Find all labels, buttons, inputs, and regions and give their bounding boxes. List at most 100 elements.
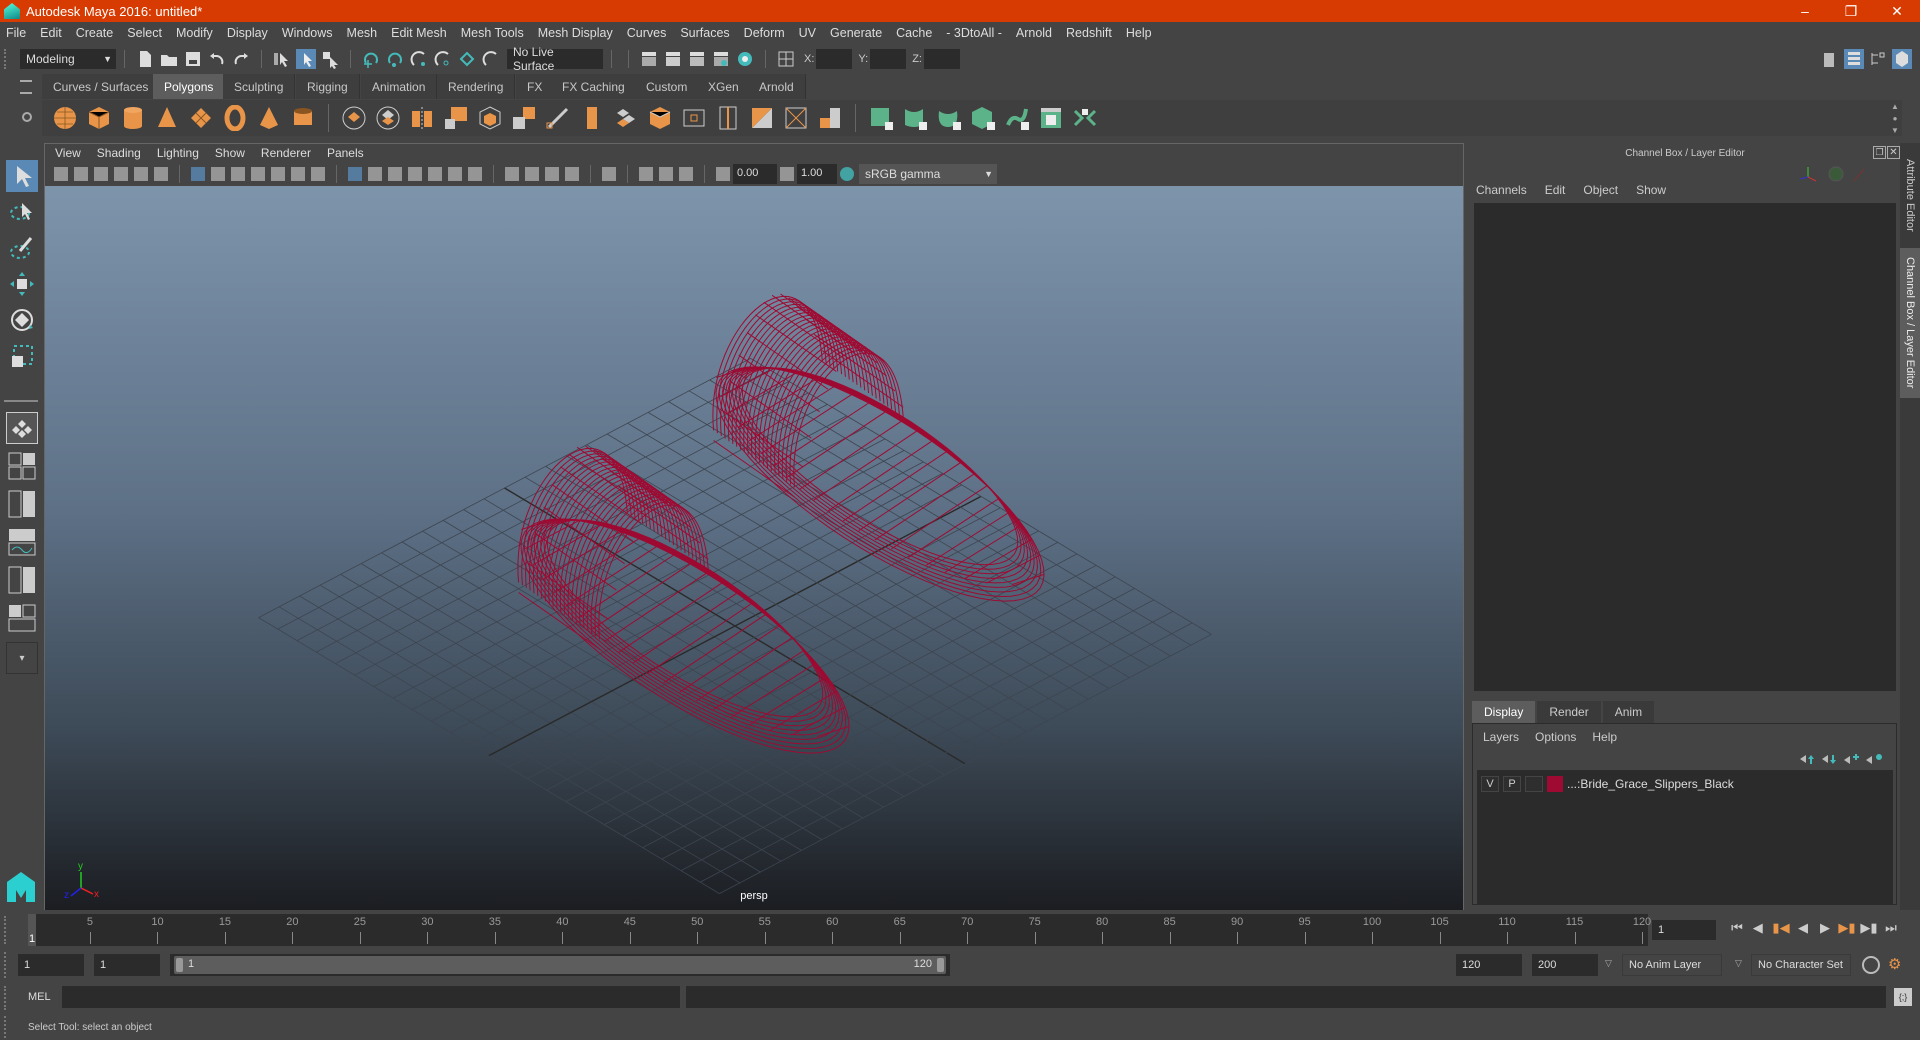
tab-render[interactable]: Render [1537, 701, 1601, 723]
end-time-field[interactable]: 200 [1532, 954, 1598, 976]
viewport-menu-shading[interactable]: Shading [97, 146, 141, 160]
minimize-button[interactable]: – [1782, 0, 1828, 22]
drag-handle[interactable] [4, 1016, 16, 1038]
use-default-material-icon[interactable] [428, 167, 442, 181]
live-surface-field[interactable]: No Live Surface [507, 45, 603, 73]
poly-pipe-icon[interactable] [290, 105, 316, 131]
viewport-menu-lighting[interactable]: Lighting [157, 146, 199, 160]
film-gate-icon[interactable] [211, 167, 225, 181]
persp-outliner-layout[interactable] [6, 488, 38, 520]
current-frame-field[interactable]: 1 [1652, 920, 1716, 940]
animation-preferences-icon[interactable]: ⚙ [1888, 955, 1901, 973]
viewport-menu-show[interactable]: Show [215, 146, 245, 160]
arrow-down-icon[interactable]: ▼ [1891, 126, 1899, 135]
menu-file[interactable]: File [6, 26, 26, 40]
menu-surfaces[interactable]: Surfaces [680, 26, 729, 40]
2d-pan-zoom-icon[interactable] [134, 167, 148, 181]
render-settings-icon[interactable] [711, 49, 731, 69]
smooth-shade-icon[interactable] [368, 167, 382, 181]
paint-select-tool[interactable] [6, 232, 38, 264]
fill-hole-icon[interactable] [511, 105, 537, 131]
lasso-tool[interactable] [6, 196, 38, 228]
xray-icon[interactable] [408, 167, 422, 181]
start-time-field[interactable]: 1 [18, 954, 84, 976]
select-tool[interactable] [6, 160, 38, 192]
menu-windows[interactable]: Windows [282, 26, 333, 40]
snap-curve-icon[interactable] [385, 49, 405, 69]
cylindrical-map-icon[interactable] [902, 105, 928, 131]
mode-selector[interactable]: Modeling ▼ [20, 49, 116, 69]
move-layer-down-icon[interactable] [1820, 752, 1842, 766]
drag-handle[interactable] [4, 986, 16, 1010]
field-chart-icon[interactable] [271, 167, 285, 181]
grid-icon[interactable] [191, 167, 205, 181]
channel-box-area[interactable] [1474, 203, 1896, 691]
undo-icon[interactable] [207, 49, 227, 69]
layer-playback-toggle[interactable]: P [1503, 776, 1521, 792]
shelf-menu-icon[interactable] [20, 80, 32, 94]
viewport-menu-panels[interactable]: Panels [327, 146, 364, 160]
planar-map-icon[interactable] [868, 105, 894, 131]
tab-fx[interactable]: FX [516, 74, 555, 99]
tab-polygons[interactable]: Polygons [153, 74, 226, 99]
redo-icon[interactable] [231, 49, 251, 69]
color-management-toggle-icon[interactable] [840, 167, 854, 181]
resolution-gate-icon[interactable] [231, 167, 245, 181]
select-by-hierarchy-icon[interactable] [272, 49, 292, 69]
menu-select[interactable]: Select [127, 26, 162, 40]
quadrangulate-icon[interactable] [817, 105, 843, 131]
menu-curves[interactable]: Curves [627, 26, 667, 40]
cb-menu-edit[interactable]: Edit [1545, 183, 1566, 197]
command-input[interactable] [62, 986, 680, 1008]
ipr-render-icon[interactable] [687, 49, 707, 69]
triangulate-icon[interactable] [783, 105, 809, 131]
tab-arnold[interactable]: Arnold [748, 74, 806, 99]
move-layer-up-icon[interactable] [1798, 752, 1820, 766]
menu-deform[interactable]: Deform [744, 26, 785, 40]
bookmark-icon[interactable] [94, 167, 108, 181]
range-end-grip[interactable] [937, 958, 944, 972]
poly-pyramid-icon[interactable] [256, 105, 282, 131]
combine-icon[interactable] [341, 105, 367, 131]
anim-layer-chevron-icon[interactable]: ▽ [1605, 958, 1612, 969]
camera-select-icon[interactable] [54, 167, 68, 181]
poly-torus-icon[interactable] [222, 104, 248, 132]
x-field[interactable] [816, 49, 853, 69]
select-by-object-icon[interactable] [296, 49, 316, 69]
script-editor-icon[interactable]: {;} [1894, 988, 1912, 1006]
layout-uv-icon[interactable] [1072, 105, 1098, 131]
play-forwards-icon[interactable]: ▶ [1817, 920, 1833, 936]
modeling-toolkit-icon[interactable] [1820, 49, 1840, 69]
z-field[interactable] [923, 49, 960, 69]
anim-layer-field[interactable]: No Anim Layer [1622, 954, 1722, 976]
step-back-frame-icon[interactable]: ◀ [1751, 920, 1767, 936]
menu-display[interactable]: Display [227, 26, 268, 40]
render-current-frame-icon[interactable] [639, 49, 659, 69]
extrude-icon[interactable] [647, 105, 673, 131]
menu-mesh-display[interactable]: Mesh Display [538, 26, 613, 40]
viewport-menu-view[interactable]: View [55, 146, 81, 160]
poly-sphere-icon[interactable] [52, 105, 78, 131]
grease-pencil-icon[interactable] [154, 167, 168, 181]
tab-rigging[interactable]: Rigging [296, 74, 360, 99]
render-sequence-icon[interactable] [663, 49, 683, 69]
safe-action-icon[interactable] [291, 167, 305, 181]
anti-aliasing-icon[interactable] [545, 167, 559, 181]
menu-cache[interactable]: Cache [896, 26, 932, 40]
menu-mesh-tools[interactable]: Mesh Tools [461, 26, 524, 40]
tab-animation[interactable]: Animation [361, 74, 438, 99]
gamma-icon[interactable] [780, 167, 794, 181]
automatic-map-icon[interactable] [970, 105, 996, 131]
tab-curves-surfaces[interactable]: Curves / Surfaces [42, 74, 161, 99]
append-polygon-icon[interactable] [579, 105, 605, 131]
backface-culling-icon[interactable] [679, 167, 693, 181]
go-to-end-icon[interactable]: ⏭ [1883, 920, 1899, 936]
step-forward-key-icon[interactable]: ▶▮ [1838, 920, 1855, 936]
script-language-toggle[interactable]: MEL [28, 991, 51, 1003]
shadows-icon[interactable] [468, 167, 482, 181]
insert-edge-loop-icon[interactable] [715, 105, 741, 131]
layer-name[interactable]: ...:Bride_Grace_Slippers_Black [1567, 777, 1734, 791]
viewport-menu-renderer[interactable]: Renderer [261, 146, 311, 160]
transform-input-icon[interactable] [776, 49, 796, 69]
close-button[interactable]: ✕ [1874, 0, 1920, 22]
